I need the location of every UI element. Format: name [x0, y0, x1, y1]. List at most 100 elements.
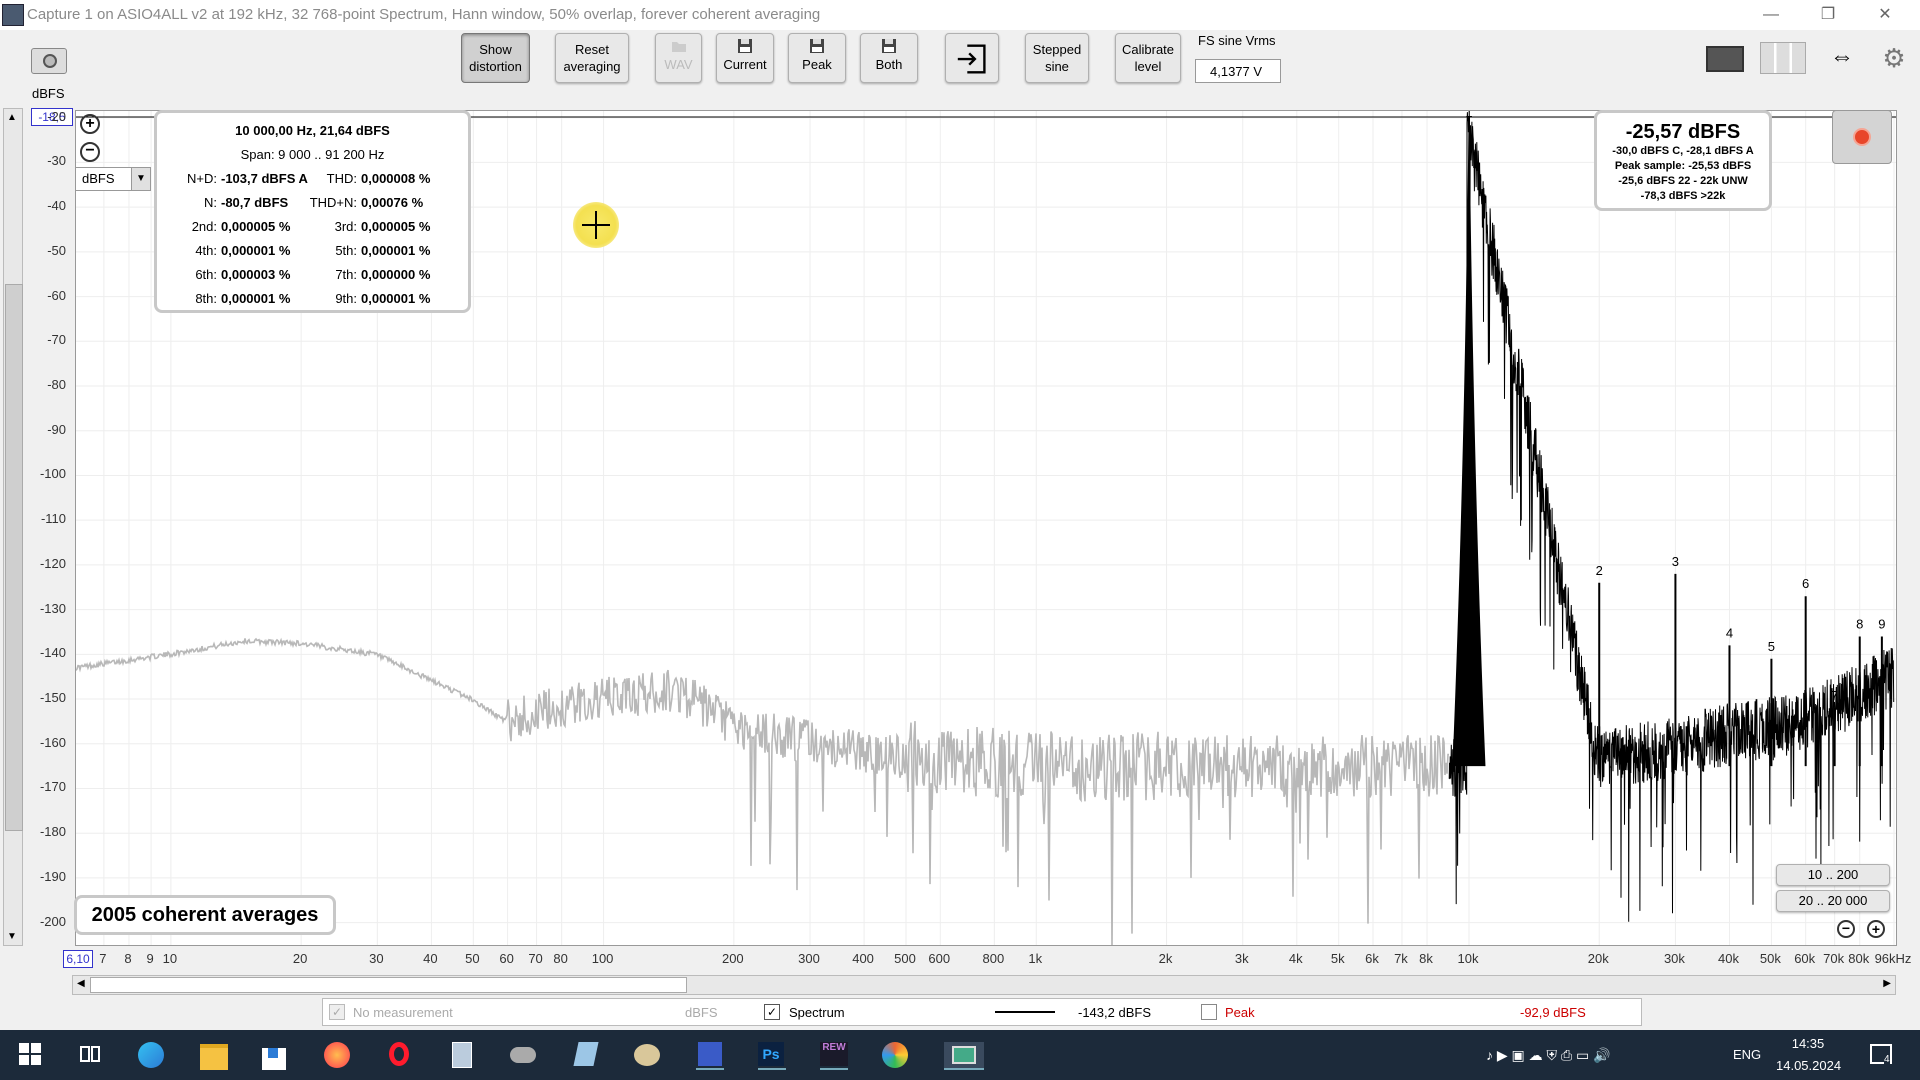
- y-tick-label: -110: [40, 511, 66, 527]
- opera-icon[interactable]: [386, 1042, 414, 1068]
- fs-sine-input[interactable]: 4,1377 V: [1195, 59, 1281, 83]
- reset-averaging-button[interactable]: Reset averaging: [555, 33, 629, 83]
- stepped-sine-button[interactable]: Stepped sine: [1025, 33, 1089, 83]
- x-tick-label: 200: [721, 951, 744, 966]
- notification-icon[interactable]: 4: [1870, 1044, 1892, 1065]
- both-button[interactable]: Both: [860, 33, 918, 83]
- x-tick-label: 50: [465, 951, 480, 966]
- language-indicator[interactable]: ENG: [1733, 1047, 1761, 1062]
- x-tick-label: 8k: [1419, 951, 1433, 966]
- minimize-button[interactable]: —: [1748, 2, 1794, 28]
- averages-panel: 2005 coherent averages: [74, 895, 336, 935]
- photoshop-icon[interactable]: Ps: [758, 1042, 786, 1070]
- wav-button[interactable]: WAV: [655, 33, 702, 83]
- cursor-marker[interactable]: [573, 202, 619, 248]
- store-icon[interactable]: [262, 1042, 290, 1070]
- clock-date[interactable]: 14.05.2024: [1776, 1058, 1841, 1073]
- rew-icon[interactable]: REW: [820, 1042, 848, 1070]
- y-tick-label: -190: [39, 868, 66, 884]
- x-tick-label: 9: [146, 951, 154, 966]
- camera-icon[interactable]: [31, 48, 67, 74]
- x-tick-label: 10: [162, 951, 178, 966]
- x-tick-label: 500: [894, 951, 916, 966]
- x-tick-label: 50k: [1759, 951, 1781, 966]
- scroll-up-icon[interactable]: ▲: [7, 112, 17, 123]
- distortion-value: 0,000001 %: [361, 291, 431, 306]
- scroll-right-icon[interactable]: ▶: [1883, 978, 1891, 989]
- x-tick-label: 600: [928, 951, 951, 966]
- edge-icon[interactable]: [138, 1042, 166, 1068]
- y-tick-label: -70: [47, 332, 66, 348]
- harmonic-label: 4: [1726, 625, 1733, 640]
- distortion-header: 10 000,00 Hz, 21,64 dBFS: [235, 123, 390, 138]
- spectrum-value: -143,2 dBFS: [1078, 1005, 1151, 1020]
- clock-time[interactable]: 14:35: [1776, 1036, 1840, 1051]
- distortion-label: 3rd:: [334, 219, 357, 234]
- save-app-icon[interactable]: [696, 1042, 724, 1070]
- x-scroll-thumb[interactable]: [90, 977, 687, 993]
- distortion-span: Span: 9 000 .. 91 200 Hz: [240, 147, 385, 162]
- tray-icons[interactable]: ♪ ▶ ▣ ☁ ⛨ ⎙ ▭ 🔊: [1486, 1047, 1611, 1064]
- range-20-20000-button[interactable]: 20 .. 20 000: [1776, 890, 1890, 912]
- x-tick-label: 1k: [1028, 951, 1043, 966]
- show-distortion-button[interactable]: Show distortion: [461, 33, 530, 83]
- firefox-icon[interactable]: [324, 1042, 352, 1068]
- y-tick-label: -90: [47, 421, 66, 437]
- distortion-label: 2nd:: [191, 219, 217, 234]
- y-tick-label: -30: [47, 153, 66, 169]
- save-icon: [810, 39, 824, 53]
- graph-layout-icon[interactable]: [1700, 42, 1746, 72]
- scroll-left-icon[interactable]: ◀: [77, 978, 85, 989]
- window-title: Capture 1 on ASIO4ALL v2 at 192 kHz, 32 …: [27, 6, 821, 23]
- zoom-in-icon[interactable]: +: [80, 114, 100, 134]
- y-tick-label: -20: [47, 108, 66, 124]
- peak-label: Peak: [1225, 1005, 1255, 1020]
- peak-checkbox[interactable]: [1201, 1004, 1217, 1020]
- spectrum-checkbox[interactable]: ✓: [764, 1004, 780, 1020]
- harmonic-label: 3: [1672, 554, 1679, 569]
- x-zoom-in-icon[interactable]: +: [1867, 920, 1885, 938]
- restore-button[interactable]: ❐: [1805, 2, 1851, 28]
- gear-icon[interactable]: ⚙: [1880, 44, 1908, 72]
- y-tick-label: -200: [39, 913, 66, 929]
- current-button[interactable]: Current: [716, 33, 774, 83]
- y-tick-label: -130: [39, 600, 66, 616]
- x-tick-label: 20k: [1587, 951, 1609, 966]
- rtm-app-icon[interactable]: [944, 1042, 984, 1070]
- fundamental-peak: [1452, 124, 1486, 767]
- cloud-app-icon[interactable]: [510, 1042, 538, 1068]
- export-button[interactable]: [945, 33, 999, 83]
- no-measurement-checkbox[interactable]: ✓: [329, 1004, 345, 1020]
- paint-app-icon[interactable]: [634, 1042, 662, 1068]
- chrome-like-icon[interactable]: [882, 1042, 910, 1068]
- scroll-down-icon[interactable]: ▼: [7, 931, 17, 942]
- calibrate-level-button[interactable]: Calibrate level: [1115, 33, 1181, 83]
- x-tick-label: 100: [591, 951, 614, 966]
- columns-icon[interactable]: [1760, 42, 1806, 74]
- fs-sine-label: FS sine Vrms: [1198, 33, 1276, 48]
- close-button[interactable]: ✕: [1862, 2, 1908, 28]
- zoom-out-icon[interactable]: −: [80, 142, 100, 162]
- file-explorer-icon[interactable]: [200, 1042, 228, 1070]
- y-tick-label: -140: [39, 645, 66, 661]
- folder-icon: [671, 42, 686, 52]
- task-view-icon[interactable]: [78, 1042, 106, 1068]
- record-button[interactable]: [1832, 110, 1892, 164]
- export-icon: [957, 44, 986, 74]
- range-10-200-button[interactable]: 10 .. 200: [1776, 864, 1890, 886]
- no-measurement-label: No measurement: [353, 1005, 453, 1020]
- x-tick-label: 80k: [1848, 951, 1870, 966]
- x-start-input[interactable]: 6,10: [63, 950, 93, 968]
- notepad-icon[interactable]: [448, 1042, 476, 1068]
- unit-select[interactable]: dBFS ▼: [75, 167, 151, 191]
- x-scrollbar[interactable]: ◀ ▶: [72, 975, 1896, 995]
- document-app-icon[interactable]: [572, 1042, 600, 1068]
- y-tick-label: -100: [39, 466, 66, 482]
- fit-arrows-icon[interactable]: ⇔: [1820, 42, 1864, 72]
- windows-start-icon[interactable]: [18, 1042, 46, 1068]
- x-zoom-out-icon[interactable]: −: [1837, 920, 1855, 938]
- y-scrollbar[interactable]: ▲ ▼: [3, 108, 23, 946]
- x-tick-label: 300: [798, 951, 820, 966]
- peak-button[interactable]: Peak: [788, 33, 846, 83]
- harmonic-label: 6: [1802, 576, 1809, 591]
